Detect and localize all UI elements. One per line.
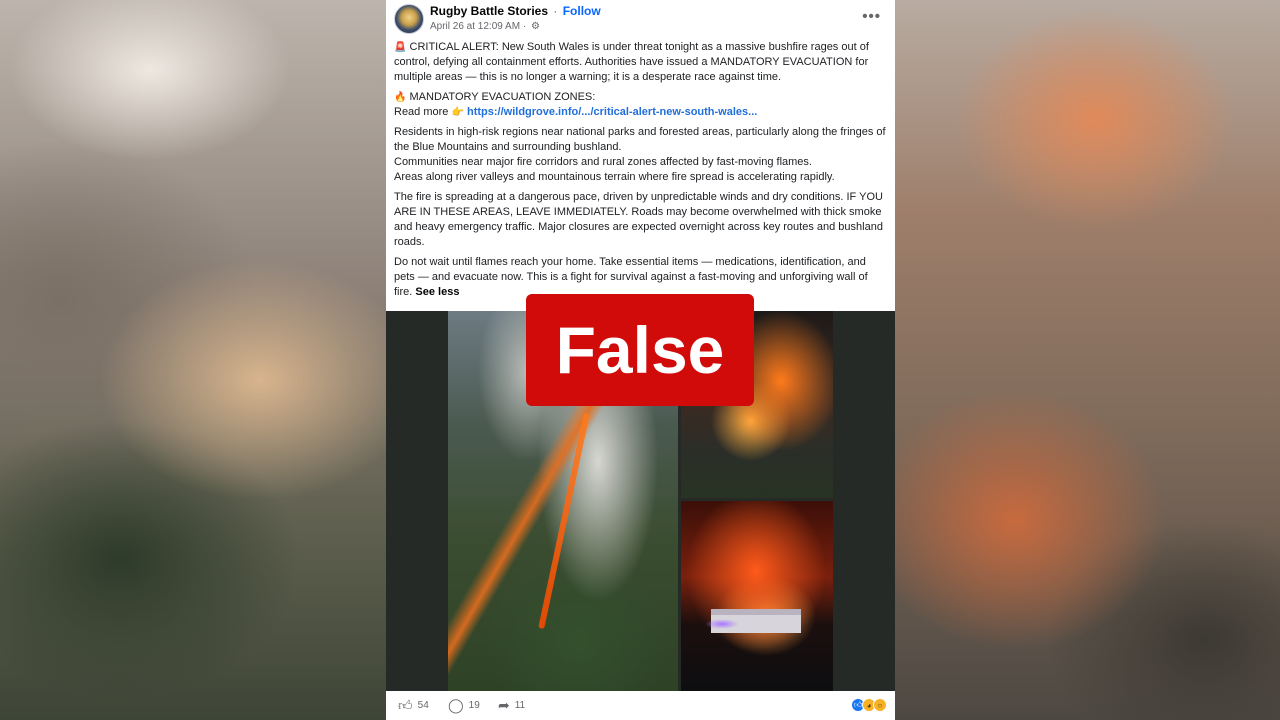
post-meta: April 26 at 12:09 AM · ⚙ xyxy=(430,21,540,32)
reaction-summary[interactable]: 👍︎ ◕ ○ xyxy=(851,698,887,712)
separator-dot: · xyxy=(553,4,558,18)
paragraph-text: CRITICAL ALERT: New South Wales is under… xyxy=(394,41,869,83)
paragraph-fire-spreading: The fire is spreading at a dangerous pac… xyxy=(394,191,883,248)
page-name[interactable]: Rugby Battle Stories xyxy=(430,4,548,18)
see-less-button[interactable]: See less xyxy=(415,286,459,298)
comment-action[interactable]: ◯ 19 xyxy=(448,697,480,713)
follow-button[interactable]: Follow xyxy=(563,4,601,18)
house-fire-photo[interactable] xyxy=(681,501,833,691)
comment-count: 19 xyxy=(468,699,480,711)
false-rating-badge: False xyxy=(526,294,754,406)
share-icon: ➦ xyxy=(498,697,510,713)
do-not-wait-text: Do not wait until flames reach your home… xyxy=(394,256,868,298)
post-header: Rugby Battle Stories · Follow April 26 a… xyxy=(386,0,895,38)
post-actions: 👍︎ 54 ◯ 19 ➦ 11 👍︎ ◕ ○ xyxy=(386,691,895,720)
share-count: 11 xyxy=(514,699,526,711)
like-action[interactable]: 👍︎ 54 xyxy=(398,697,429,713)
emergency-lights xyxy=(705,619,739,629)
fire-front xyxy=(538,412,590,630)
share-action[interactable]: ➦ 11 xyxy=(498,697,526,713)
paragraph-residents: Residents in high-risk regions near nati… xyxy=(394,125,889,185)
blurred-background-right xyxy=(895,0,1280,720)
thumbs-up-icon: 👍︎ xyxy=(398,697,413,713)
name-row: Rugby Battle Stories · Follow xyxy=(430,4,601,18)
comment-icon: ◯ xyxy=(448,697,464,713)
pointing-hand-icon: 👉 xyxy=(451,107,464,118)
river-valleys-line: Areas along river valleys and mountainou… xyxy=(394,171,835,183)
fire-icon: 🔥 xyxy=(394,92,407,103)
blurred-background-left xyxy=(0,0,386,720)
wow-reaction-icon: ○ xyxy=(873,698,887,712)
evacuation-heading: MANDATORY EVACUATION ZONES: xyxy=(409,91,596,103)
article-link[interactable]: https://wildgrove.info/.../critical-aler… xyxy=(467,106,757,118)
residents-line: Residents in high-risk regions near nati… xyxy=(394,126,886,153)
paragraph-evacuation-zones: 🔥 MANDATORY EVACUATION ZONES: Read more … xyxy=(394,90,889,120)
paragraph-critical-alert: 🚨 CRITICAL ALERT: New South Wales is und… xyxy=(394,40,889,85)
siren-icon: 🚨 xyxy=(394,42,407,53)
gear-icon: ⚙ xyxy=(530,21,540,32)
post-timestamp[interactable]: April 26 at 12:09 AM xyxy=(430,21,520,32)
read-more-label: Read more xyxy=(394,106,449,118)
meta-separator: · xyxy=(522,21,527,32)
like-count: 54 xyxy=(417,699,429,711)
post-body: 🚨 CRITICAL ALERT: New South Wales is und… xyxy=(394,40,889,305)
more-options-icon[interactable]: ••• xyxy=(862,8,881,25)
communities-line: Communities near major fire corridors an… xyxy=(394,156,812,168)
page-avatar[interactable] xyxy=(394,4,424,34)
